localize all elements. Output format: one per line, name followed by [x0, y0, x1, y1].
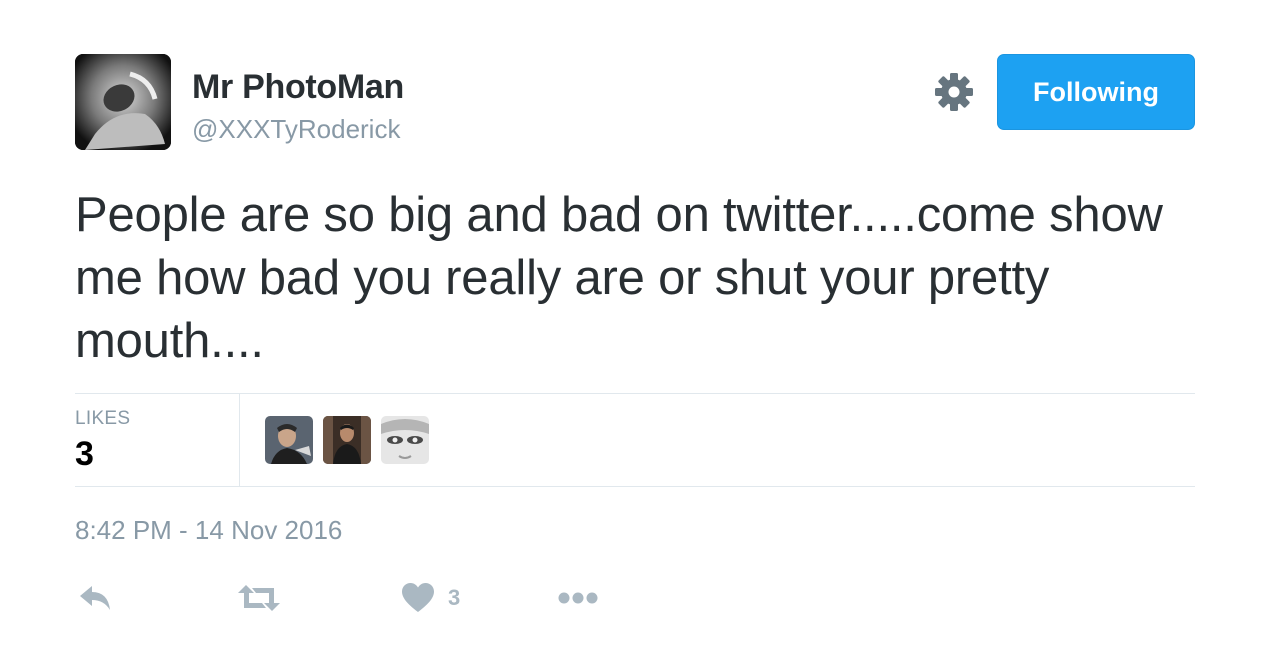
profile-avatar[interactable] — [75, 54, 171, 150]
tweet-text: People are so big and bad on twitter....… — [75, 188, 1163, 368]
like-count: 3 — [448, 585, 461, 610]
user-handle[interactable]: @XXXTyRoderick — [192, 114, 400, 145]
stats-divider-vertical — [239, 394, 240, 486]
retweet-button[interactable] — [238, 580, 280, 616]
gear-icon[interactable] — [934, 72, 974, 112]
likes-label[interactable]: LIKES — [75, 408, 130, 430]
following-button[interactable]: Following — [997, 54, 1195, 130]
reply-icon — [78, 583, 112, 613]
heart-icon — [402, 583, 434, 613]
liker-avatar[interactable] — [265, 416, 313, 464]
display-name[interactable]: Mr PhotoMan — [192, 68, 404, 107]
likes-count[interactable]: 3 — [75, 435, 94, 474]
retweet-icon — [238, 583, 280, 613]
more-icon — [558, 591, 598, 605]
liker-avatar[interactable] — [381, 416, 429, 464]
stats-divider-bottom — [75, 486, 1195, 487]
stats-divider-top — [75, 393, 1195, 394]
liker-avatar[interactable] — [323, 416, 371, 464]
like-button[interactable]: 3 — [402, 580, 460, 616]
reply-button[interactable] — [78, 580, 112, 616]
more-button[interactable] — [558, 580, 598, 616]
tweet-timestamp[interactable]: 8:42 PM - 14 Nov 2016 — [75, 515, 342, 546]
